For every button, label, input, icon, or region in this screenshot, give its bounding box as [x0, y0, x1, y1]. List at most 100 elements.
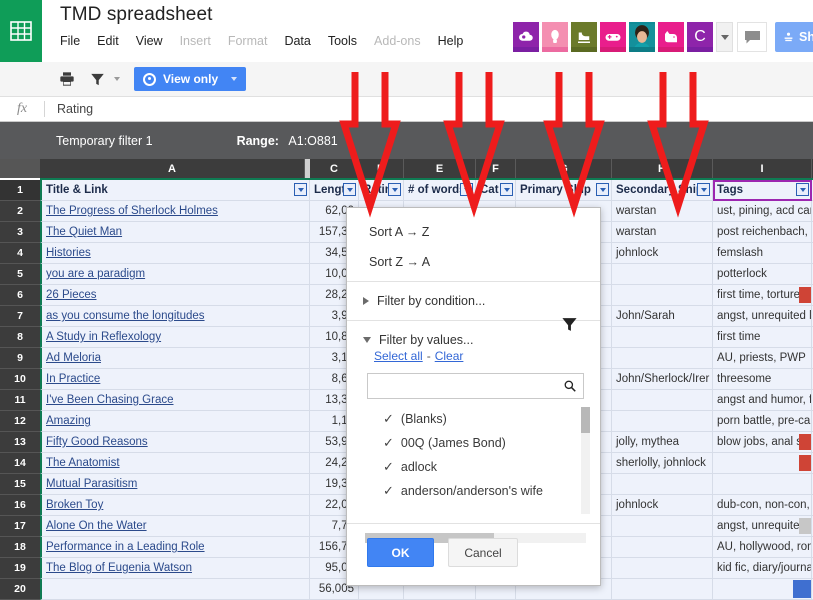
story-link[interactable]: 26 Pieces — [46, 289, 97, 301]
cell-secondary-ships[interactable] — [612, 558, 713, 579]
filter-dropdown-F[interactable] — [500, 183, 513, 196]
filter-search-input[interactable] — [367, 373, 584, 399]
row-number-9[interactable]: 9 — [0, 348, 40, 369]
cell-secondary-ships[interactable]: sherlolly, johnlock — [612, 453, 713, 474]
range-value[interactable]: A1:O881 — [288, 134, 337, 148]
cell-title-link[interactable]: you are a paradigm — [40, 264, 310, 285]
header-cell-primary-ship[interactable]: Primary Ship — [516, 180, 612, 201]
row-number-2[interactable]: 2 — [0, 201, 40, 222]
cell-secondary-ships[interactable]: johnlock — [612, 243, 713, 264]
header-cell-num-words[interactable]: # of words — [404, 180, 476, 201]
filter-dropdown-A[interactable] — [294, 183, 307, 196]
cell-title-link[interactable]: In Practice — [40, 369, 310, 390]
menu-file[interactable]: File — [60, 34, 80, 48]
filter-button[interactable] — [86, 68, 108, 90]
sheets-logo[interactable] — [0, 0, 42, 62]
cell-title-link[interactable]: I've Been Chasing Grace — [40, 390, 310, 411]
menu-tools[interactable]: Tools — [328, 34, 357, 48]
header-cell-cat[interactable]: Cat — [476, 180, 516, 201]
share-button[interactable]: Sh — [775, 22, 813, 52]
row-number-3[interactable]: 3 — [0, 222, 40, 243]
header-cell-rating[interactable]: Rating — [359, 180, 404, 201]
column-header-A[interactable]: A — [40, 159, 305, 178]
cell-title-link[interactable]: Histories — [40, 243, 310, 264]
ok-button[interactable]: OK — [367, 538, 434, 567]
cell-title-link[interactable]: Amazing — [40, 411, 310, 432]
cell-tags[interactable]: dub-con, non-con, s — [713, 495, 812, 516]
funnel-button[interactable] — [561, 316, 578, 336]
cell-tags[interactable]: porn battle, pre-can — [713, 411, 812, 432]
filter-value-item[interactable]: ✓ (Blanks) — [347, 407, 600, 431]
cell-secondary-ships[interactable] — [612, 516, 713, 537]
filter-dropdown-I[interactable] — [796, 183, 809, 196]
menu-format[interactable]: Format — [228, 34, 268, 48]
column-header-C[interactable]: C — [310, 159, 359, 178]
cell-title-link[interactable]: Alone On the Water — [40, 516, 310, 537]
cell-secondary-ships[interactable]: warstan — [612, 222, 713, 243]
row-number-1[interactable]: 1 — [0, 180, 40, 201]
cell-tags[interactable]: angst, unrequited lo — [713, 306, 812, 327]
cell-title-link[interactable]: Ad Meloria — [40, 348, 310, 369]
menu-data[interactable]: Data — [284, 34, 310, 48]
row-number-7[interactable]: 7 — [0, 306, 40, 327]
story-link[interactable]: The Anatomist — [46, 457, 120, 469]
cell-tags[interactable] — [713, 474, 812, 495]
avatar-collaborator-7[interactable]: C — [687, 22, 713, 52]
cell-secondary-ships[interactable] — [612, 579, 713, 600]
filter-dropdown-caret-icon[interactable] — [114, 77, 120, 81]
filter-dropdown-E[interactable] — [460, 183, 473, 196]
sort-z-to-a[interactable]: Sort Z → A — [369, 251, 600, 281]
cell-secondary-ships[interactable] — [612, 348, 713, 369]
menu-add-ons[interactable]: Add-ons — [374, 34, 421, 48]
avatar-collaborator-3[interactable] — [571, 22, 597, 52]
cell-secondary-ships[interactable] — [612, 264, 713, 285]
cell-secondary-ships[interactable]: johnlock — [612, 495, 713, 516]
story-link[interactable]: I've Been Chasing Grace — [46, 394, 174, 406]
filter-value-item[interactable]: ✓ adlock — [347, 455, 600, 479]
row-number-10[interactable]: 10 — [0, 369, 40, 390]
header-cell-length[interactable]: Length — [310, 180, 359, 201]
row-number-12[interactable]: 12 — [0, 411, 40, 432]
row-number-15[interactable]: 15 — [0, 474, 40, 495]
document-title[interactable]: TMD spreadsheet — [60, 4, 213, 26]
cell-title-link[interactable]: Broken Toy — [40, 495, 310, 516]
header-cell-secondary-ships[interactable]: Secondary Ships — [612, 180, 713, 201]
cell-tags[interactable]: AU, hollywood, rom — [713, 537, 812, 558]
filter-list-vertical-scrollbar[interactable] — [581, 407, 590, 514]
cell-title-link[interactable]: The Anatomist — [40, 453, 310, 474]
cell-secondary-ships[interactable]: John/Sarah — [612, 306, 713, 327]
cell-title-link[interactable] — [40, 579, 310, 600]
cell-secondary-ships[interactable] — [612, 327, 713, 348]
cell-secondary-ships[interactable] — [612, 411, 713, 432]
story-link[interactable]: Mutual Parasitism — [46, 478, 137, 490]
row-number-16[interactable]: 16 — [0, 495, 40, 516]
story-link[interactable]: Amazing — [46, 415, 91, 427]
row-number-18[interactable]: 18 — [0, 537, 40, 558]
row-number-14[interactable]: 14 — [0, 453, 40, 474]
print-button[interactable] — [56, 68, 78, 90]
cell-tags[interactable] — [713, 453, 812, 474]
story-link[interactable]: The Quiet Man — [46, 226, 122, 238]
cell-tags[interactable]: potterlock — [713, 264, 812, 285]
column-header-D[interactable]: D — [359, 159, 404, 178]
cell-tags[interactable]: blow jobs, anal sex, — [713, 432, 812, 453]
story-link[interactable]: Fifty Good Reasons — [46, 436, 148, 448]
scrollbar-thumb[interactable] — [581, 407, 590, 433]
story-link[interactable]: The Blog of Eugenia Watson — [46, 562, 192, 574]
story-link[interactable]: Histories — [46, 247, 91, 259]
row-number-8[interactable]: 8 — [0, 327, 40, 348]
column-header-H[interactable]: H — [612, 159, 713, 178]
cell-tags[interactable]: femslash — [713, 243, 812, 264]
cell-secondary-ships[interactable] — [612, 285, 713, 306]
cell-tags[interactable]: AU, priests, PWP — [713, 348, 812, 369]
avatar-collaborator-2[interactable] — [542, 22, 568, 52]
story-link[interactable]: Broken Toy — [46, 499, 103, 511]
cell-tags[interactable]: ust, pining, acd can — [713, 201, 812, 222]
cell-title-link[interactable]: The Blog of Eugenia Watson — [40, 558, 310, 579]
story-link[interactable]: Performance in a Leading Role — [46, 541, 205, 553]
avatar-collaborator-5[interactable] — [629, 22, 655, 52]
column-header-E[interactable]: E — [404, 159, 476, 178]
row-number-11[interactable]: 11 — [0, 390, 40, 411]
cell-secondary-ships[interactable]: jolly, mythea — [612, 432, 713, 453]
cell-tags[interactable]: angst, unrequited — [713, 516, 812, 537]
